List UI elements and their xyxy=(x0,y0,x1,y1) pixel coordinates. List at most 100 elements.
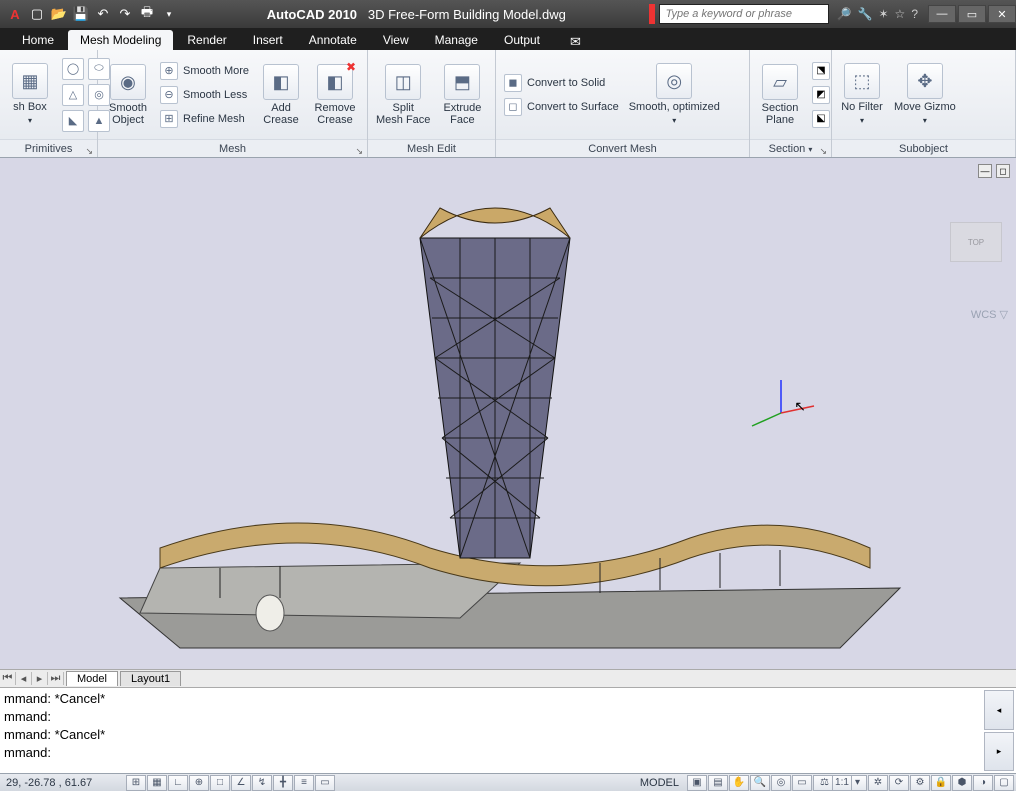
cone-icon[interactable]: △ xyxy=(62,84,84,106)
tab-view[interactable]: View xyxy=(371,30,421,50)
smooth-more-icon: ⊕ xyxy=(160,62,178,80)
search-input[interactable] xyxy=(659,4,829,24)
convert-to-solid-button[interactable]: ◼Convert to Solid xyxy=(504,74,619,92)
snap-icon[interactable]: ⊞ xyxy=(126,775,146,791)
annotation-autoscale-icon[interactable]: ⟳ xyxy=(889,775,909,791)
tab-next-icon[interactable]: ▸ xyxy=(32,672,48,685)
dyn-icon[interactable]: ╋ xyxy=(273,775,293,791)
annotation-visibility-icon[interactable]: ✲ xyxy=(868,775,888,791)
tab-insert[interactable]: Insert xyxy=(241,30,295,50)
ducs-icon[interactable]: ↯ xyxy=(252,775,272,791)
section-jog-icon[interactable]: ⬔ xyxy=(812,62,830,80)
smooth-object-button[interactable]: ◉ Smooth Object xyxy=(106,64,150,126)
tab-model[interactable]: Model xyxy=(66,671,118,686)
showmotion-icon[interactable]: ▭ xyxy=(792,775,812,791)
remove-crease-button[interactable]: ◧✖ Remove Crease xyxy=(313,64,357,126)
help-icon[interactable]: ? xyxy=(911,7,918,21)
tab-manage[interactable]: Manage xyxy=(423,30,490,50)
tab-render[interactable]: Render xyxy=(175,30,238,50)
comm-icon[interactable]: ✶ xyxy=(878,7,888,21)
generate-section-icon[interactable]: ⬕ xyxy=(812,110,830,128)
ribbon-group-meshedit: ◫ Split Mesh Face ⬒ Extrude Face Mesh Ed… xyxy=(368,50,496,157)
live-section-icon[interactable]: ◩ xyxy=(812,86,830,104)
toolbar-lock-icon[interactable]: 🔒 xyxy=(931,775,951,791)
group-label-primitives: Primitives↘ xyxy=(0,139,97,157)
wcs-label[interactable]: WCS ▽ xyxy=(971,308,1008,321)
otrack-icon[interactable]: ∠ xyxy=(231,775,251,791)
tab-home[interactable]: Home xyxy=(10,30,66,50)
grid-icon[interactable]: ▦ xyxy=(147,775,167,791)
refine-mesh-icon: ⊞ xyxy=(160,110,178,128)
group-label-mesh: Mesh↘ xyxy=(98,139,367,157)
viewport-window-controls: — ◻ xyxy=(978,164,1010,178)
sphere-icon[interactable]: ◯ xyxy=(62,58,84,80)
quickview-drawings-icon[interactable]: ▤ xyxy=(708,775,728,791)
tab-annotate[interactable]: Annotate xyxy=(297,30,369,50)
smooth-less-button[interactable]: ⊖Smooth Less xyxy=(160,86,249,104)
clean-screen-icon[interactable]: ▢ xyxy=(994,775,1014,791)
split-mesh-face-button[interactable]: ◫ Split Mesh Face xyxy=(376,64,430,126)
tab-output[interactable]: Output xyxy=(492,30,552,50)
section-plane-button[interactable]: ▱ Section Plane xyxy=(758,64,802,126)
mesh-box-button[interactable]: ▦ sh Box ▾ xyxy=(8,63,52,127)
coordinate-readout: 29, -26.78 , 61.67 xyxy=(0,777,120,789)
open-icon[interactable]: 📂 xyxy=(50,5,68,23)
vp-minimize-icon[interactable]: — xyxy=(978,164,992,178)
add-crease-button[interactable]: ◧ Add Crease xyxy=(259,64,303,126)
lwt-icon[interactable]: ≡ xyxy=(294,775,314,791)
command-line-area[interactable]: mmand: *Cancel* mmand: mmand: *Cancel* m… xyxy=(0,687,1016,773)
annotation-scale-button[interactable]: ⚖ 1:1 ▾ xyxy=(813,775,867,791)
qp-icon[interactable]: ▭ xyxy=(315,775,335,791)
mail-icon[interactable]: ✉ xyxy=(564,34,587,50)
group-label-subobject: Subobject xyxy=(832,139,1015,157)
plot-icon[interactable]: 🖶 xyxy=(138,5,156,23)
scroll-left-icon[interactable]: ◂ xyxy=(984,690,1014,730)
smooth-optimized-label: Smooth, optimized xyxy=(629,101,720,113)
zoom-icon[interactable]: 🔍 xyxy=(750,775,770,791)
tab-last-icon[interactable]: ⏭ xyxy=(48,672,64,685)
tab-mesh-modeling[interactable]: Mesh Modeling xyxy=(68,30,173,50)
new-icon[interactable]: ▢ xyxy=(28,5,46,23)
tab-prev-icon[interactable]: ◂ xyxy=(16,672,32,685)
minimize-button[interactable]: — xyxy=(928,5,956,23)
refine-mesh-button[interactable]: ⊞Refine Mesh xyxy=(160,110,249,128)
convert-to-surface-button[interactable]: ◻Convert to Surface xyxy=(504,98,619,116)
isolate-objects-icon[interactable]: ◑ xyxy=(973,775,993,791)
model-viewport[interactable]: — ◻ TOP WCS ▽ ↖ xyxy=(0,158,1016,669)
steering-wheel-icon[interactable]: ◎ xyxy=(771,775,791,791)
extrude-face-button[interactable]: ⬒ Extrude Face xyxy=(440,64,484,126)
tab-first-icon[interactable]: ⏮ xyxy=(0,672,16,685)
scroll-right-icon[interactable]: ▸ xyxy=(984,732,1014,772)
move-gizmo-button[interactable]: ✥ Move Gizmo ▾ xyxy=(894,63,956,127)
qat-more-icon[interactable]: ▾ xyxy=(160,5,178,23)
command-line: mmand: *Cancel* xyxy=(4,690,1012,708)
remove-crease-icon: ◧✖ xyxy=(317,64,353,100)
ortho-icon[interactable]: ∟ xyxy=(168,775,188,791)
workspace-icon[interactable]: ⚙ xyxy=(910,775,930,791)
pan-icon[interactable]: ✋ xyxy=(729,775,749,791)
star-icon[interactable]: ☆ xyxy=(895,7,906,21)
maximize-button[interactable]: ▭ xyxy=(958,5,986,23)
app-menu-icon[interactable]: A xyxy=(6,5,24,23)
polar-icon[interactable]: ⊕ xyxy=(189,775,209,791)
window-buttons: — ▭ ✕ xyxy=(926,5,1016,23)
space-label[interactable]: MODEL xyxy=(632,777,687,789)
layout-tabs: ⏮ ◂ ▸ ⏭ Model Layout1 xyxy=(0,669,1016,687)
vp-maximize-icon[interactable]: ◻ xyxy=(996,164,1010,178)
hardware-accel-icon[interactable]: ⬢ xyxy=(952,775,972,791)
smooth-optimized-button[interactable]: ◎ Smooth, optimized ▾ xyxy=(629,63,720,127)
osnap-icon[interactable]: □ xyxy=(210,775,230,791)
no-filter-button[interactable]: ⬚ No Filter ▾ xyxy=(840,63,884,127)
save-icon[interactable]: 💾 xyxy=(72,5,90,23)
layout-tab-nav: ⏮ ◂ ▸ ⏭ xyxy=(0,672,64,685)
wedge-icon[interactable]: ◣ xyxy=(62,110,84,132)
quickview-layouts-icon[interactable]: ▣ xyxy=(687,775,707,791)
redo-icon[interactable]: ↷ xyxy=(116,5,134,23)
smooth-more-button[interactable]: ⊕Smooth More xyxy=(160,62,249,80)
close-button[interactable]: ✕ xyxy=(988,5,1016,23)
key-icon[interactable]: 🔧 xyxy=(858,7,873,21)
viewcube[interactable]: TOP xyxy=(950,222,1002,262)
binoculars-icon[interactable]: 🔎 xyxy=(837,7,852,21)
tab-layout1[interactable]: Layout1 xyxy=(120,671,181,686)
undo-icon[interactable]: ↶ xyxy=(94,5,112,23)
